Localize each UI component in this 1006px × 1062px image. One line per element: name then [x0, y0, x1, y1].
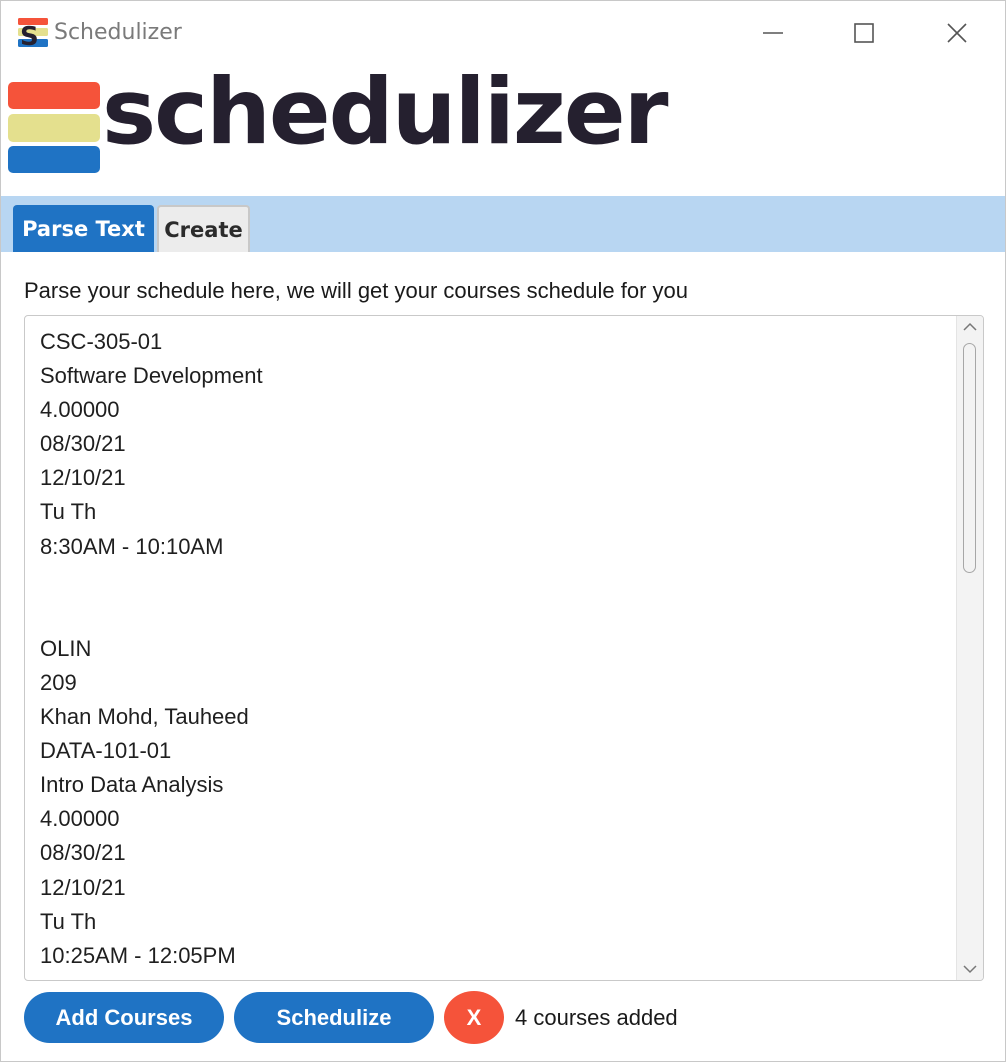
text-line: 08/30/21 — [40, 840, 126, 866]
text-line: 12/10/21 — [40, 465, 126, 491]
maximize-button[interactable] — [836, 11, 892, 55]
minimize-icon — [763, 32, 783, 34]
maximize-icon — [854, 23, 874, 43]
tab-bar: Parse Text Create — [1, 196, 1005, 252]
vertical-scrollbar[interactable] — [956, 316, 983, 980]
schedulizer-app-icon: S — [18, 18, 48, 48]
scroll-up-button[interactable] — [957, 316, 983, 338]
text-line: 08/30/21 — [40, 431, 126, 457]
text-line: 4.00000 — [40, 397, 120, 423]
scroll-thumb[interactable] — [963, 343, 976, 573]
close-icon — [947, 23, 967, 43]
text-line: 4.00000 — [40, 806, 120, 832]
tab-create[interactable]: Create — [157, 205, 250, 252]
minimize-button[interactable] — [745, 11, 801, 55]
text-line: CSC-305-01 — [40, 329, 163, 354]
text-line: Tu Th — [40, 499, 97, 525]
chevron-down-icon — [963, 965, 977, 974]
text-line: Khan Mohd, Tauheed — [40, 704, 249, 730]
text-line — [40, 598, 263, 632]
window-title: Schedulizer — [54, 20, 182, 45]
text-line: 209 — [40, 669, 77, 695]
text-line: Tu Th — [40, 908, 97, 934]
schedule-text-content: CSC-305-01 Software Development 4.00000 08/… — [40, 325, 263, 973]
courses-added-status: 4 courses added — [515, 1005, 678, 1030]
text-line: 8:30AM - 10:10AM — [40, 533, 224, 559]
add-courses-button[interactable]: Add Courses — [24, 992, 224, 1043]
text-line: 12/10/21 — [40, 874, 126, 900]
schedule-text-area[interactable]: CSC-305-01 Software Development 4.00000 08/… — [24, 315, 984, 981]
instruction-label: Parse your schedule here, we will get yo… — [24, 278, 689, 303]
app-window: S Schedulizer schedulizer Parse Text Cre… — [0, 0, 1006, 1062]
app-logo: schedulizer — [8, 60, 668, 179]
text-line: 10:25AM - 12:05PM — [40, 942, 236, 968]
svg-text:S: S — [20, 22, 39, 48]
text-line: Software Development — [40, 363, 263, 389]
schedulize-button[interactable]: Schedulize — [234, 992, 434, 1043]
close-button[interactable] — [929, 11, 985, 55]
text-line: Intro Data Analysis — [40, 772, 224, 798]
clear-courses-button[interactable]: X — [444, 991, 504, 1044]
logo-bars-icon — [8, 82, 100, 173]
chevron-up-icon — [963, 322, 977, 331]
tab-parse-text[interactable]: Parse Text — [13, 205, 154, 252]
scroll-down-button[interactable] — [957, 958, 983, 980]
text-line: DATA-101-01 — [40, 738, 172, 764]
logo-wordmark: schedulizer — [102, 60, 668, 165]
text-line: OLIN — [40, 635, 92, 661]
text-line — [40, 564, 263, 598]
